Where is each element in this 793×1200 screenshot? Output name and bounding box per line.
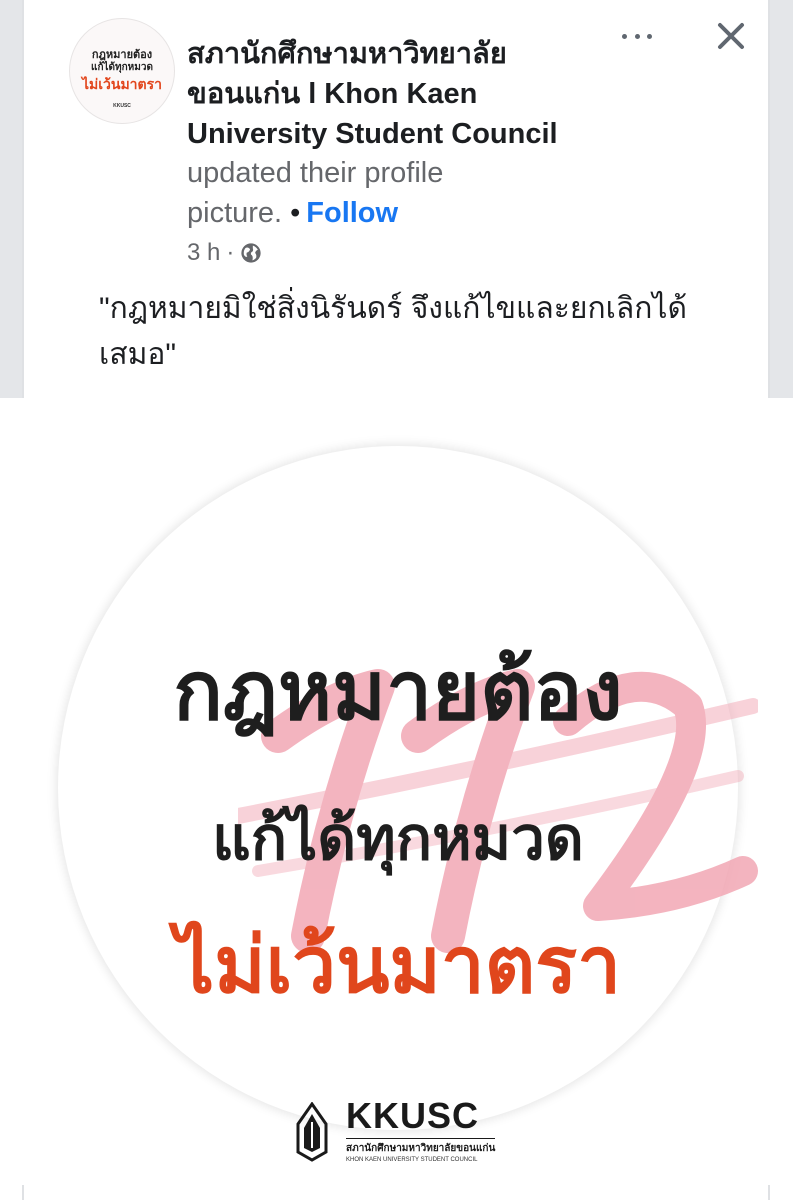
profile-picture-circle: กฎหมายต้อง แก้ได้ทุกหมวด ไม่เว้นมาตรา KK… (58, 446, 758, 1163)
logo-thai-name: สภานักศึกษามหาวิทยาลัยขอนแก่น (346, 1138, 496, 1156)
post-timestamp[interactable]: 3 h (187, 239, 220, 267)
kkusc-logo: KKUSC สภานักศึกษามหาวิทยาลัยขอนแก่น KHON… (296, 1095, 496, 1163)
logo-english-name: KHON KAEN UNIVERSITY STUDENT COUNCIL (346, 1157, 478, 1163)
image-text-line-2: แก้ได้ทุกหมวด (212, 805, 584, 872)
kkusc-emblem-icon (296, 1102, 328, 1162)
avatar-text-line-2: แก้ได้ทุกหมวด (91, 62, 153, 73)
activity-separator: • (290, 197, 301, 229)
image-text-line-1: กฎหมายต้อง (173, 646, 623, 737)
card-border-left (22, 1185, 24, 1200)
post-activity: updated their profile picture. • Follow (187, 153, 607, 233)
follow-button[interactable]: Follow (306, 197, 398, 229)
meta-separator: · (226, 239, 235, 266)
page-name-link[interactable]: สภานักศึกษามหาวิทยาลัยขอนแก่น l Khon Kae… (187, 34, 607, 154)
post-caption: "กฎหมายมิใช่สิ่งนิรันดร์ จึงแก้ไขและยกเล… (99, 292, 688, 371)
page-avatar[interactable]: กฎหมายต้อง แก้ได้ทุกหมวด ไม่เว้นมาตรา KK… (69, 18, 175, 124)
close-icon[interactable] (713, 18, 749, 54)
card-border-right (768, 1185, 770, 1200)
logo-name: KKUSC (346, 1095, 480, 1136)
post-card: กฎหมายต้อง แก้ได้ทุกหมวด ไม่เว้นมาตรา KK… (22, 0, 770, 398)
post-view: กฎหมายต้อง แก้ได้ทุกหมวด ไม่เว้นมาตรา KK… (0, 0, 793, 1200)
avatar-logo: KKUSC (113, 103, 131, 109)
globe-icon[interactable] (240, 242, 262, 264)
post-meta: 3 h · (187, 238, 262, 268)
image-text-line-3: ไม่เว้นมาตรา (175, 921, 621, 1009)
post-image[interactable]: กฎหมายต้อง แก้ได้ทุกหมวด ไม่เว้นมาตรา KK… (0, 398, 793, 1200)
avatar-text-line-3: ไม่เว้นมาตรา (81, 76, 163, 92)
more-options-icon[interactable] (622, 26, 652, 46)
logo-text: KKUSC สภานักศึกษามหาวิทยาลัยขอนแก่น KHON… (346, 1095, 496, 1163)
